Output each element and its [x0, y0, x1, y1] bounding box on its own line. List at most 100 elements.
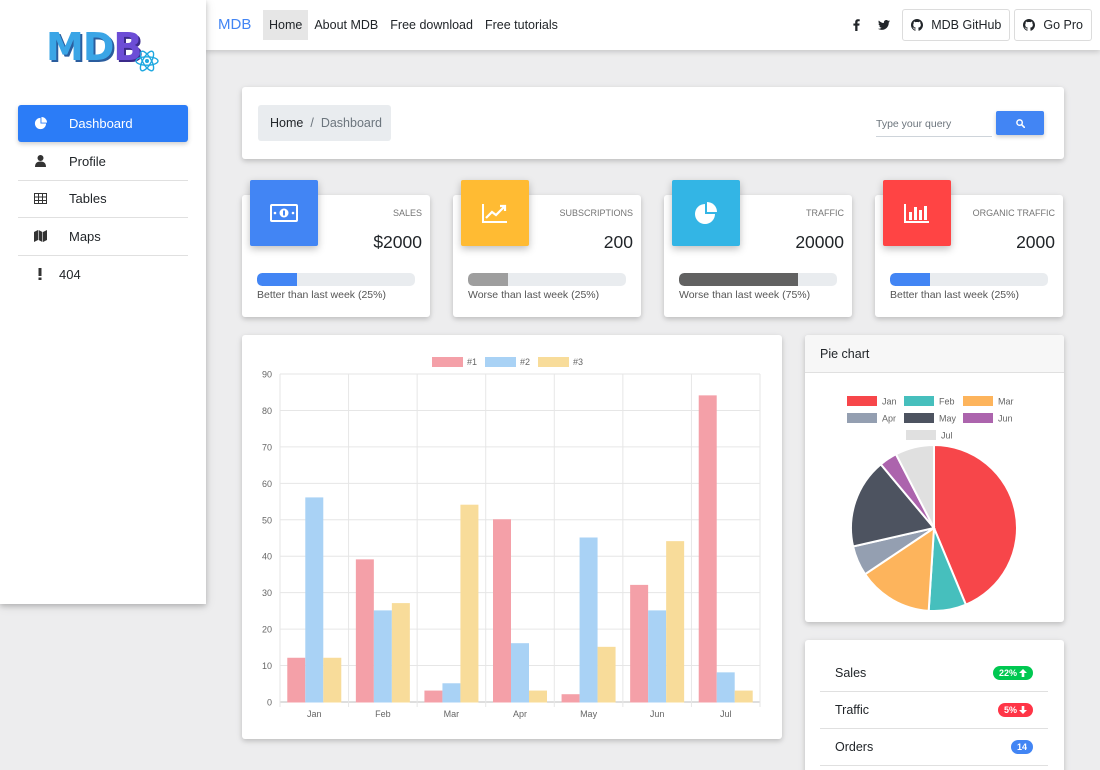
twitter-icon[interactable] [870, 9, 898, 41]
github-button[interactable]: MDB GitHub [902, 9, 1011, 41]
github-icon [911, 19, 924, 31]
x-tick-label: Apr [513, 709, 527, 719]
sidebar-item-maps[interactable]: Maps [18, 218, 188, 256]
list-item-orders[interactable]: Orders 14 [820, 729, 1048, 766]
breadcrumb-home[interactable]: Home [270, 116, 303, 130]
legend-swatch [432, 357, 463, 367]
table-icon [33, 192, 47, 206]
bar-jan-series-2 [305, 497, 324, 703]
bar-jun-series-3 [666, 541, 685, 703]
y-tick-label: 20 [262, 625, 272, 635]
facebook-icon[interactable] [842, 9, 870, 41]
stat-note: Worse than last week (75%) [679, 289, 811, 301]
map-icon [33, 229, 47, 243]
top-navbar: MDB Home About MDB Free download Free tu… [206, 0, 1100, 50]
x-tick-label: Jul [720, 709, 732, 719]
legend-swatch [963, 413, 993, 423]
legend-label: Apr [882, 414, 896, 424]
x-tick-label: Feb [375, 709, 391, 719]
nav-link-about[interactable]: About MDB [308, 10, 384, 40]
bar-jan-series-3 [323, 657, 342, 703]
go-pro-button[interactable]: Go Pro [1014, 9, 1092, 41]
pie-chart-icon [672, 180, 740, 246]
sidebar-item-404[interactable]: 404 [18, 256, 188, 294]
navbar-brand[interactable]: MDB [218, 16, 251, 33]
nav-link-home[interactable]: Home [263, 10, 309, 40]
stat-card-traffic: TRAFFIC 20000 Worse than last week (75%) [664, 180, 852, 317]
bar-apr-series-3 [529, 690, 547, 703]
y-tick-label: 40 [262, 552, 272, 562]
legend-label: Jun [998, 414, 1013, 424]
y-tick-label: 50 [262, 515, 272, 525]
legend-swatch [963, 396, 993, 406]
y-tick-label: 70 [262, 442, 272, 452]
user-icon [33, 154, 47, 168]
legend-label: Jan [882, 397, 897, 407]
x-tick-label: Jan [307, 709, 322, 719]
legend-swatch [538, 357, 569, 367]
list-item-label: Sales [835, 666, 867, 680]
status-badge: 14 [1010, 740, 1033, 754]
bar-jan-series-1 [287, 657, 306, 703]
stat-label: SALES [392, 208, 422, 218]
bar-apr-series-2 [511, 643, 529, 703]
stat-value: 2000 [1016, 232, 1055, 252]
mdb-logo[interactable]: MDB [46, 24, 160, 74]
bar-feb-series-3 [391, 603, 410, 703]
stat-label: SUBSCRIPTIONS [559, 208, 633, 218]
pie-chart-icon [33, 117, 47, 131]
breadcrumb-separator: / [310, 116, 314, 130]
status-badge: 22% [992, 666, 1033, 680]
list-item-sales[interactable]: Sales 22% [820, 655, 1048, 692]
bar-jul-series-3 [734, 690, 753, 703]
legend-label: Mar [998, 397, 1014, 407]
stat-label: ORGANIC TRAFFIC [972, 208, 1055, 218]
stat-value: $2000 [373, 232, 422, 252]
breadcrumb-card: Home / Dashboard [242, 87, 1064, 159]
nav-link-free-download[interactable]: Free download [384, 10, 479, 40]
x-tick-label: May [580, 709, 598, 719]
nav-link-free-tutorials[interactable]: Free tutorials [479, 10, 564, 40]
bar-may-series-1 [561, 694, 580, 703]
y-tick-label: 80 [262, 406, 272, 416]
sidebar-item-dashboard[interactable]: Dashboard [18, 105, 188, 142]
money-icon [250, 180, 318, 246]
y-tick-label: 0 [267, 698, 272, 708]
stat-label: TRAFFIC [806, 208, 844, 218]
legend-swatch [485, 357, 516, 367]
chart-line-icon [461, 180, 529, 246]
bar-mar-series-1 [424, 690, 443, 703]
stat-note: Worse than last week (25%) [468, 289, 600, 301]
progress-fill [468, 273, 508, 286]
stat-card-sales: SALES $2000 Better than last week (25%) [242, 180, 430, 317]
exclamation-icon [33, 267, 47, 281]
legend-label: #3 [573, 357, 583, 367]
bar-mar-series-2 [442, 683, 461, 703]
y-tick-label: 30 [262, 588, 272, 598]
legend-label: #1 [467, 357, 477, 367]
y-tick-label: 60 [262, 479, 272, 489]
list-item-traffic[interactable]: Traffic 5% [820, 692, 1048, 729]
legend-swatch [847, 413, 877, 423]
sidebar-item-tables[interactable]: Tables [18, 181, 188, 218]
legend-label: Feb [939, 397, 955, 407]
bar-chart-card: 0 10 20 30 40 50 60 70 80 90 Jan Feb Mar Apr May Jun Jul… [242, 335, 782, 739]
progress-bar [679, 273, 837, 286]
stat-note: Better than last week (25%) [890, 289, 1019, 301]
stat-card-subscriptions: SUBSCRIPTIONS 200 Worse than last week (… [453, 180, 641, 317]
pie-chart-title: Pie chart [805, 335, 1064, 373]
legend-label: Jul [941, 431, 953, 441]
react-atom-icon [135, 50, 159, 72]
search-button[interactable] [996, 111, 1044, 135]
list-item-label: Orders [835, 740, 874, 754]
y-tick-label: 90 [262, 370, 272, 380]
x-tick-label: Mar [444, 709, 460, 719]
sidebar-item-profile[interactable]: Profile [18, 143, 188, 181]
pie-chart-card: Pie chart Jan Feb Mar Apr May Jun Jul [805, 335, 1064, 622]
stat-value: 200 [603, 232, 633, 252]
bar-may-series-3 [597, 646, 616, 703]
x-tick-label: Jun [650, 709, 665, 719]
search-icon [1015, 118, 1025, 128]
search-input[interactable] [876, 111, 992, 137]
legend-swatch [847, 396, 877, 406]
